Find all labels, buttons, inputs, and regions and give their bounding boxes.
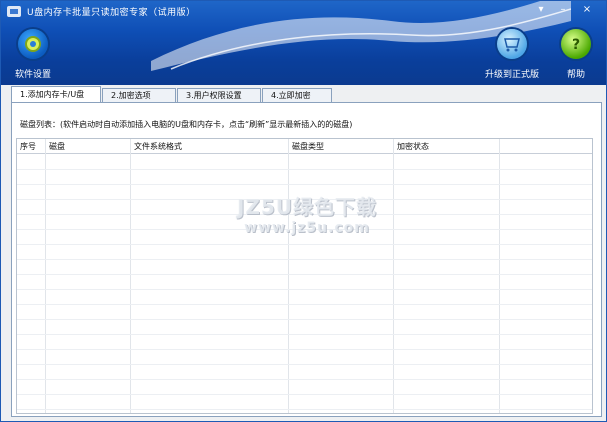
- gear-icon: [18, 29, 48, 59]
- app-icon: [7, 6, 21, 17]
- table-row-line: [17, 319, 592, 320]
- table-row-line: [17, 289, 592, 290]
- column-header-encrypt-status[interactable]: 加密状态: [397, 141, 429, 152]
- table-row-line: [17, 229, 592, 230]
- settings-label: 软件设置: [15, 70, 52, 80]
- column-header-filesystem[interactable]: 文件系统格式: [134, 141, 182, 152]
- table-row-line: [17, 259, 592, 260]
- table-row-line: [17, 274, 592, 275]
- help-question-icon: ?: [561, 29, 591, 59]
- tab-encrypt-now[interactable]: 4.立即加密: [262, 88, 332, 102]
- table-row-line: [17, 244, 592, 245]
- table-row-line: [17, 394, 592, 395]
- settings-button[interactable]: 软件设置: [15, 29, 51, 80]
- title-bar: U盘内存卡批量只读加密专家（试用版） ▾ – × 软件设置 升级到正式版 ? 帮…: [1, 1, 606, 85]
- cart-icon: [497, 29, 527, 59]
- table-row-line: [17, 379, 592, 380]
- column-header-disk-type[interactable]: 磁盘类型: [292, 141, 324, 152]
- app-window: U盘内存卡批量只读加密专家（试用版） ▾ – × 软件设置 升级到正式版 ? 帮…: [0, 0, 607, 422]
- close-button[interactable]: ×: [574, 3, 600, 17]
- tab-user-permissions[interactable]: 3.用户权限设置: [177, 88, 261, 102]
- column-divider: [130, 139, 131, 413]
- disk-list-hint: 磁盘列表：(软件启动时自动添加插入电脑的U盘和内存卡，点击“刷新”显示最新插入的…: [20, 120, 353, 129]
- help-button[interactable]: ? 帮助: [561, 29, 591, 80]
- table-row-line: [17, 184, 592, 185]
- tab-bar: 1.添加内存卡/U盘 2.加密选项 3.用户权限设置 4.立即加密: [11, 86, 333, 102]
- column-divider: [45, 139, 46, 413]
- table-row-line: [17, 349, 592, 350]
- table-row-line: [17, 304, 592, 305]
- menu-dropdown-button[interactable]: ▾: [530, 3, 552, 17]
- minimize-button[interactable]: –: [552, 3, 574, 17]
- svg-text:?: ?: [572, 37, 580, 53]
- window-controls: ▾ – ×: [530, 3, 600, 17]
- tab-add-disk[interactable]: 1.添加内存卡/U盘: [11, 86, 101, 102]
- upgrade-button[interactable]: 升级到正式版: [485, 29, 539, 80]
- column-header-disk[interactable]: 磁盘: [49, 141, 65, 152]
- table-header: 序号 磁盘 文件系统格式 磁盘类型 加密状态: [17, 139, 592, 154]
- column-divider: [288, 139, 289, 413]
- tab-panel: 磁盘列表：(软件启动时自动添加插入电脑的U盘和内存卡，点击“刷新”显示最新插入的…: [11, 102, 602, 417]
- table-row-line: [17, 334, 592, 335]
- table-row-line: [17, 409, 592, 410]
- upgrade-label: 升级到正式版: [485, 70, 540, 80]
- disk-table[interactable]: 序号 磁盘 文件系统格式 磁盘类型 加密状态: [16, 138, 593, 414]
- column-divider: [499, 139, 500, 413]
- help-label: 帮助: [566, 70, 585, 80]
- table-row-line: [17, 214, 592, 215]
- table-row-line: [17, 199, 592, 200]
- tab-encrypt-options[interactable]: 2.加密选项: [102, 88, 176, 102]
- table-row-line: [17, 169, 592, 170]
- table-row-line: [17, 364, 592, 365]
- column-header-index[interactable]: 序号: [20, 141, 36, 152]
- column-divider: [393, 139, 394, 413]
- window-title: U盘内存卡批量只读加密专家（试用版）: [27, 8, 196, 18]
